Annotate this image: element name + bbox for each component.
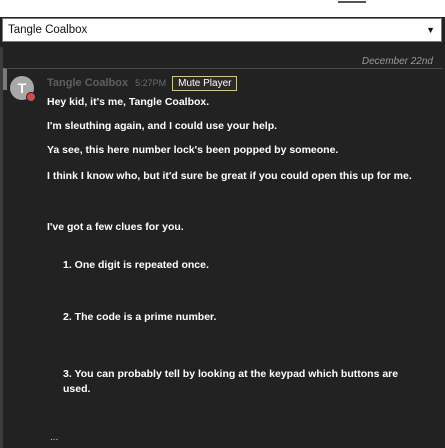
message-line: Ya see, this here number lock's been pop… <box>47 144 339 156</box>
clue-item: 1. One digit is repeated once. <box>63 259 209 271</box>
clue-item: 3. You can probably tell by looking at t… <box>63 368 399 395</box>
clue-item: 2. The code is a prime number. <box>63 311 217 323</box>
top-underline <box>338 1 366 3</box>
message-header: Tangle Coalbox 5:27PM Mute Player <box>47 74 238 92</box>
chat-selector-value: Tangle Coalbox <box>8 24 88 36</box>
message-line: I'm sleuthing again, and I could use you… <box>47 120 278 132</box>
more-indicator: ... <box>50 432 59 443</box>
chat-selector-dropdown[interactable]: Tangle Coalbox ▼ <box>2 18 442 42</box>
message-username[interactable]: Tangle Coalbox <box>47 77 128 89</box>
rail-marker <box>3 68 7 90</box>
mute-player-button[interactable]: Mute Player <box>172 75 238 91</box>
left-rail <box>0 47 3 448</box>
avatar-letter: T <box>17 80 27 96</box>
chevron-down-icon: ▼ <box>426 25 435 35</box>
message-timestamp: 5:27PM <box>135 78 167 88</box>
message-line: Hey kid, it's me, Tangle Coalbox. <box>47 96 210 108</box>
message-line: I think I know who, but it'd sure be gre… <box>47 170 412 182</box>
date-divider-label: December 22nd <box>361 56 433 67</box>
message-line: I've got a few clues for you. <box>47 221 184 233</box>
top-strip <box>0 0 445 17</box>
status-dot-icon <box>26 92 36 102</box>
date-divider: December 22nd <box>5 56 443 69</box>
